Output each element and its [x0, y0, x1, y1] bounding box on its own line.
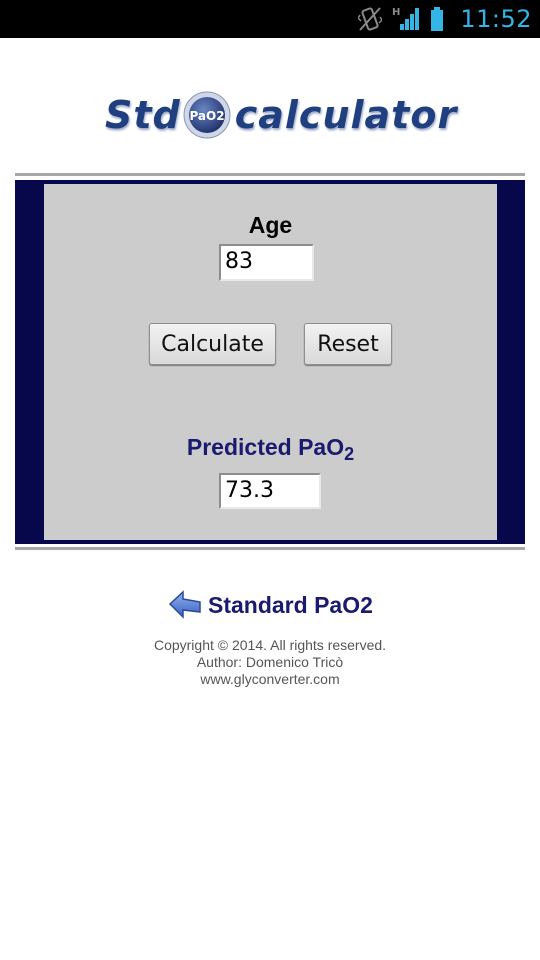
vibrate-icon	[358, 6, 383, 32]
status-bar: H 11:52	[0, 0, 540, 38]
battery-icon	[430, 6, 444, 32]
logo-word-right: calculator	[234, 93, 458, 137]
footer: Copyright © 2014. All rights reserved. A…	[0, 637, 540, 688]
copyright-text: Copyright © 2014. All rights reserved.	[153, 637, 387, 653]
back-arrow-icon	[168, 590, 202, 620]
predicted-pao2-output[interactable]: 73.3	[219, 473, 321, 509]
calculate-button[interactable]: Calculate	[149, 323, 276, 365]
divider-bottom	[15, 547, 525, 550]
predicted-pao2-label: Predicted PaO2	[44, 434, 497, 465]
author-text: Author: Domenico Tricò	[196, 654, 344, 670]
predicted-pao2-label-sub: 2	[344, 444, 355, 464]
svg-text:PaO2: PaO2	[189, 109, 224, 123]
clock: 11:52	[460, 5, 532, 33]
age-input[interactable]: 83	[219, 244, 314, 281]
svg-text:H: H	[392, 7, 400, 18]
logo-word-left: Std	[105, 93, 181, 137]
divider-top	[15, 173, 525, 176]
status-icons: H 11:52	[348, 0, 532, 38]
predicted-pao2-label-main: Predicted PaO	[186, 434, 345, 460]
back-link[interactable]: Standard PaO2	[168, 585, 373, 625]
logo-badge-icon: PaO2	[183, 91, 231, 139]
back-link-label: Standard PaO2	[208, 591, 373, 618]
signal-icon: H	[392, 6, 420, 32]
reset-button[interactable]: Reset	[304, 323, 392, 365]
calculator-panel: Age 83 Calculate Reset Predicted PaO2 73…	[44, 184, 497, 540]
app-logo: Std PaO2 calculator	[105, 85, 456, 145]
website-link[interactable]: www.glyconverter.com	[0, 671, 540, 688]
age-label: Age	[248, 212, 293, 238]
calculator-frame: Age 83 Calculate Reset Predicted PaO2 73…	[15, 180, 525, 544]
